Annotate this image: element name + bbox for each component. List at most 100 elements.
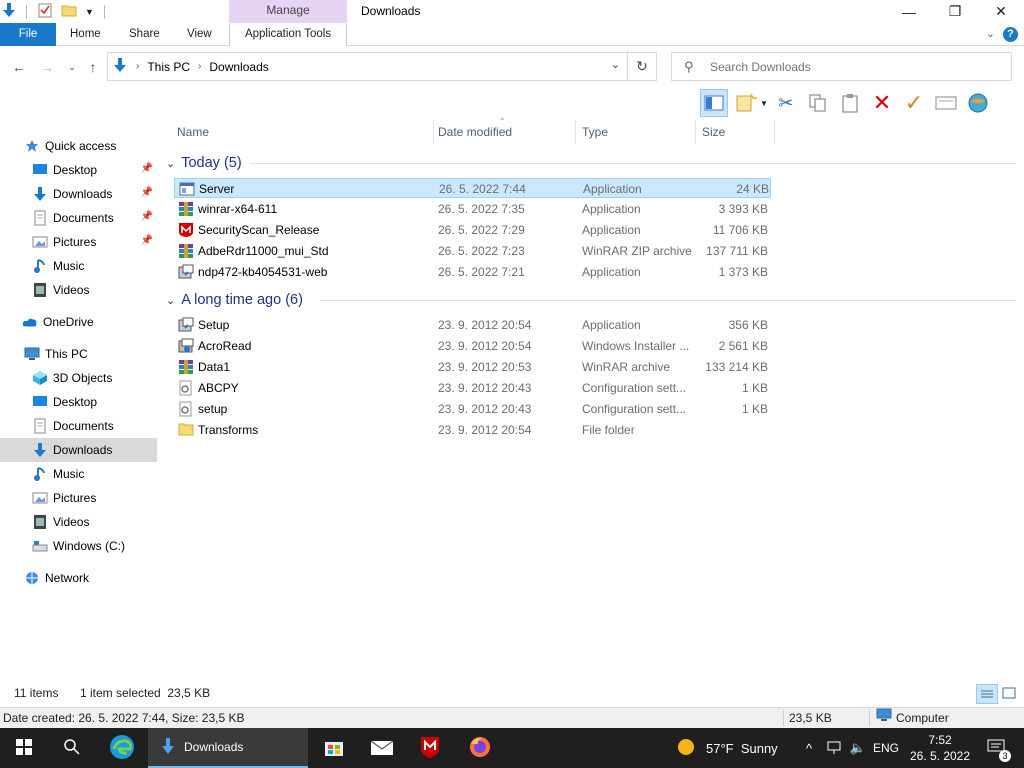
nav-item-music[interactable]: Music bbox=[0, 254, 157, 278]
cut-icon[interactable]: ✂ bbox=[772, 89, 800, 117]
details-view-icon[interactable] bbox=[976, 684, 998, 704]
new-item-icon[interactable] bbox=[732, 89, 760, 117]
help-icon[interactable]: ? bbox=[1003, 27, 1018, 42]
file-row[interactable]: winrar-x64-611 26. 5. 2022 7:35 Applicatio… bbox=[174, 199, 771, 219]
delete-icon[interactable]: ✕ bbox=[868, 89, 896, 117]
nav-item-windows-c[interactable]: Windows (C:) bbox=[0, 534, 157, 558]
nav-item-documents[interactable]: Documents bbox=[0, 414, 157, 438]
manage-tab[interactable]: Manage bbox=[229, 0, 347, 23]
language-indicator[interactable]: ENG bbox=[870, 728, 902, 768]
paste-icon[interactable] bbox=[836, 89, 864, 117]
new-item-chevron-icon[interactable]: ▼ bbox=[760, 99, 768, 108]
taskbar-search-button[interactable] bbox=[48, 728, 96, 768]
volume-tray-icon[interactable]: 🔈 bbox=[847, 728, 869, 768]
tab-home[interactable]: Home bbox=[70, 23, 101, 46]
file-row[interactable]: SecurityScan_Release 26. 5. 2022 7:29 Appl… bbox=[174, 220, 771, 240]
address-bar[interactable]: › This PC › Downloads ⌄ ↻ bbox=[107, 52, 657, 81]
column-header-size[interactable]: Size bbox=[695, 120, 775, 144]
taskbar-edge[interactable] bbox=[98, 728, 146, 768]
preview-pane-icon[interactable] bbox=[700, 89, 728, 117]
file-row[interactable]: Setup 23. 9. 2012 20:54 Application 356 KB bbox=[174, 315, 771, 335]
nav-item-3d-objects[interactable]: 3D Objects bbox=[0, 366, 157, 390]
taskbar-mcafee[interactable] bbox=[406, 728, 454, 768]
weather-widget[interactable]: 57°F Sunny bbox=[676, 728, 796, 768]
checkmark-icon[interactable]: ✓ bbox=[900, 89, 928, 117]
taskbar-mail[interactable] bbox=[358, 728, 406, 768]
search-icon bbox=[63, 738, 81, 759]
search-input[interactable] bbox=[710, 58, 1000, 76]
address-dropdown-chevron-icon[interactable]: ⌄ bbox=[611, 58, 620, 71]
taskbar: Downloads 57°F Sunny ^ 🔈 ENG 7:52 26. 5. bbox=[0, 728, 1024, 768]
network-tray-icon[interactable] bbox=[822, 728, 846, 768]
pin-icon[interactable]: 📌 bbox=[141, 187, 153, 198]
copy-icon[interactable] bbox=[804, 89, 832, 117]
breadcrumb-separator-icon[interactable]: › bbox=[198, 61, 201, 72]
mail-envelope-icon bbox=[370, 738, 394, 759]
refresh-button[interactable]: ↻ bbox=[627, 53, 656, 80]
file-row[interactable]: ndp472-kb4054531-web 26. 5. 2022 7:21 Appl… bbox=[174, 262, 771, 282]
download-arrow-icon[interactable] bbox=[2, 2, 16, 21]
rename-icon[interactable] bbox=[932, 89, 960, 117]
collapse-chevron-icon[interactable]: ⌄ bbox=[166, 294, 175, 307]
nav-item-pictures[interactable]: Pictures 📌 bbox=[0, 230, 157, 254]
tab-share[interactable]: Share bbox=[129, 23, 160, 46]
pin-icon[interactable]: 📌 bbox=[141, 235, 153, 246]
nav-item-this-pc[interactable]: This PC bbox=[0, 342, 157, 366]
file-row[interactable]: Transforms 23. 9. 2012 20:54 File folder bbox=[174, 420, 771, 440]
notification-center-button[interactable]: 3 bbox=[980, 728, 1012, 768]
breadcrumb-separator-icon[interactable]: › bbox=[136, 61, 139, 72]
minimize-button[interactable]: — bbox=[886, 0, 932, 23]
pin-icon[interactable]: 📌 bbox=[141, 211, 153, 222]
column-header-name[interactable]: Name bbox=[170, 120, 434, 144]
nav-item-network[interactable]: Network bbox=[0, 566, 157, 590]
file-size: 2 561 KB bbox=[718, 339, 768, 353]
group-header[interactable]: ⌄ Today (5) bbox=[166, 152, 242, 174]
customize-chevron-icon[interactable]: ▼ bbox=[85, 7, 94, 17]
properties-icon[interactable] bbox=[37, 2, 53, 21]
taskbar-explorer-downloads[interactable]: Downloads bbox=[148, 728, 308, 768]
file-row[interactable]: AcroRead 23. 9. 2012 20:54 Windows Install… bbox=[174, 336, 771, 356]
recent-locations-chevron-icon[interactable]: ⌄ bbox=[63, 57, 81, 77]
show-hidden-icons-chevron-icon[interactable]: ^ bbox=[800, 728, 818, 768]
nav-item-music[interactable]: Music bbox=[0, 462, 157, 486]
nav-item-videos[interactable]: Videos bbox=[0, 278, 157, 302]
file-row[interactable]: Data1 23. 9. 2012 20:53 WinRAR archive 133 … bbox=[174, 357, 771, 377]
nav-item-downloads[interactable]: Downloads bbox=[0, 438, 157, 462]
back-arrow-icon[interactable]: ← bbox=[10, 57, 28, 77]
tab-file[interactable]: File bbox=[0, 23, 56, 46]
globe-icon[interactable] bbox=[964, 89, 992, 117]
start-button[interactable] bbox=[0, 728, 48, 768]
collapse-chevron-icon[interactable]: ⌄ bbox=[166, 157, 175, 170]
close-button[interactable]: ✕ bbox=[978, 0, 1024, 23]
maximize-button[interactable]: ❐ bbox=[932, 0, 978, 23]
nav-item-downloads[interactable]: Downloads 📌 bbox=[0, 182, 157, 206]
nav-item-pictures[interactable]: Pictures bbox=[0, 486, 157, 510]
taskbar-store[interactable] bbox=[310, 728, 358, 768]
nav-item-desktop[interactable]: Desktop bbox=[0, 390, 157, 414]
file-row[interactable]: AdbeRdr11000_mui_Std 26. 5. 2022 7:23 WinR… bbox=[174, 241, 771, 261]
up-arrow-icon[interactable]: ↑ bbox=[84, 57, 102, 77]
column-header-type[interactable]: Type bbox=[575, 120, 696, 144]
file-row[interactable]: setup 23. 9. 2012 20:43 Configuration sett… bbox=[174, 399, 771, 419]
breadcrumb-this-pc[interactable]: This PC bbox=[147, 60, 190, 74]
clock[interactable]: 7:52 26. 5. 2022 bbox=[904, 728, 976, 768]
expand-ribbon-chevron-icon[interactable]: ⌄ bbox=[986, 27, 995, 42]
nav-item-documents[interactable]: Documents 📌 bbox=[0, 206, 157, 230]
breadcrumb-downloads[interactable]: Downloads bbox=[209, 60, 268, 74]
group-header[interactable]: ⌄ A long time ago (6) bbox=[166, 289, 303, 311]
nav-item-onedrive[interactable]: OneDrive bbox=[0, 310, 157, 334]
large-icons-view-icon[interactable] bbox=[1002, 687, 1016, 702]
nav-item-quick-access[interactable]: Quick access bbox=[0, 134, 157, 158]
nav-item-desktop[interactable]: Desktop 📌 bbox=[0, 158, 157, 182]
taskbar-firefox[interactable] bbox=[456, 728, 504, 768]
new-folder-icon[interactable] bbox=[61, 3, 77, 20]
breadcrumb: › This PC › Downloads bbox=[112, 53, 269, 80]
file-row[interactable]: ABCPY 23. 9. 2012 20:43 Configuration sett… bbox=[174, 378, 771, 398]
search-box[interactable]: ⚲ bbox=[671, 52, 1012, 81]
forward-arrow-icon[interactable]: → bbox=[38, 57, 56, 77]
nav-item-videos[interactable]: Videos bbox=[0, 510, 157, 534]
pin-icon[interactable]: 📌 bbox=[141, 163, 153, 174]
tab-view[interactable]: View bbox=[187, 23, 212, 46]
tab-application-tools[interactable]: Application Tools bbox=[229, 23, 347, 46]
file-row[interactable]: Server 26. 5. 2022 7:44 Application 24 KB bbox=[174, 178, 771, 198]
